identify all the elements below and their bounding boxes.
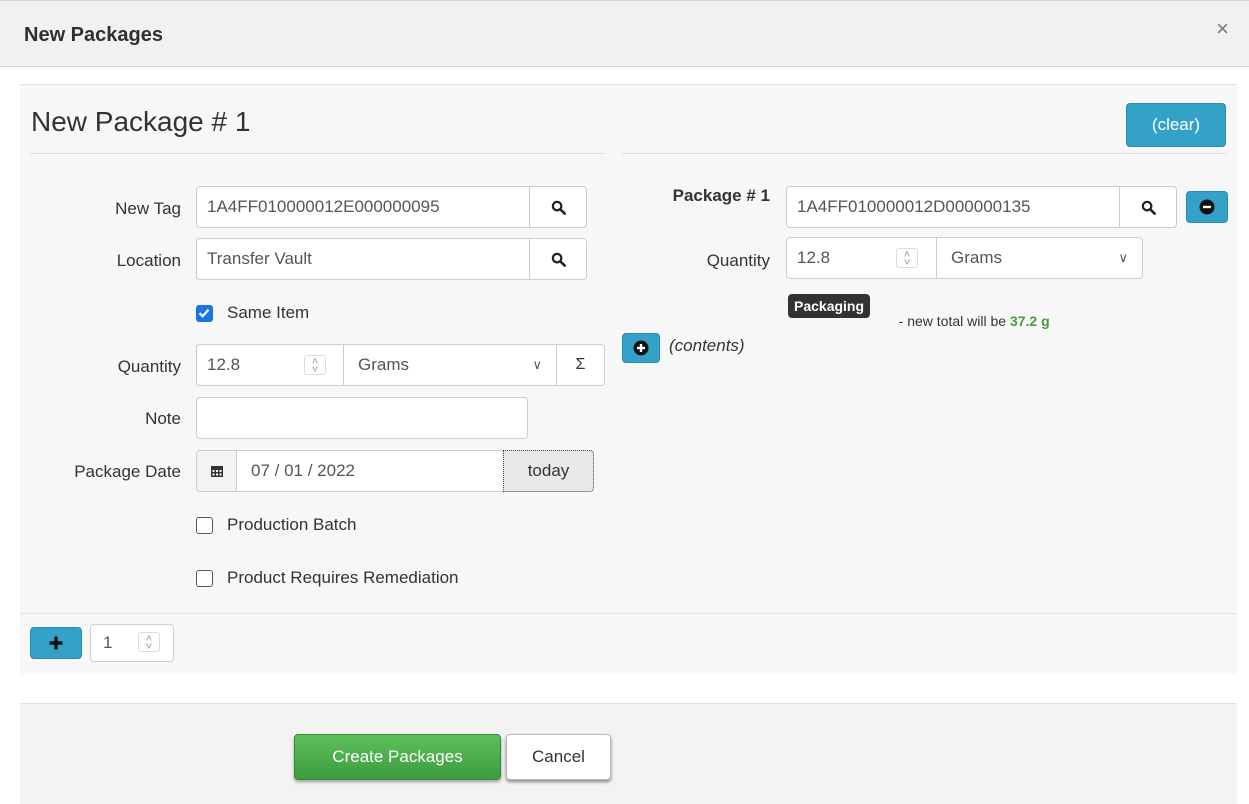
search-icon	[551, 252, 566, 267]
contents-label: (contents)	[669, 336, 745, 355]
dialog-header	[0, 0, 1249, 67]
plus-circle-icon	[633, 340, 649, 356]
package-count-input[interactable]: 1	[90, 624, 174, 662]
package-title: New Package # 1	[31, 106, 251, 137]
location-search-button[interactable]	[529, 238, 587, 280]
production-batch-label: Production Batch	[227, 515, 357, 534]
quantity-spinner-icon[interactable]: ˄ ˅	[304, 355, 326, 376]
create-packages-button[interactable]: Create Packages	[294, 734, 501, 780]
total-note: - new total will be 37.2 g	[887, 297, 1050, 329]
source-tag-input[interactable]: 1A4FF010000012D000000135	[786, 186, 1120, 228]
minus-circle-icon	[1199, 199, 1215, 215]
remediation-label: Product Requires Remediation	[227, 568, 459, 587]
quantity-unit-select[interactable]: Grams ∨	[343, 344, 557, 386]
package-count-spinner-icon[interactable]: ˄ ˅	[138, 632, 160, 653]
new-tag-input[interactable]: 1A4FF010000012E000000095	[196, 186, 530, 228]
cancel-button[interactable]: Cancel	[506, 734, 611, 780]
source-quantity-spinner-icon[interactable]: ˄ ˅	[896, 248, 918, 269]
close-icon[interactable]: ×	[1216, 18, 1229, 40]
source-quantity-label: Quantity	[706, 251, 770, 270]
create-packages-label: Create Packages	[332, 747, 463, 766]
package-date-label: Package Date	[74, 462, 181, 481]
packaging-badge: Packaging	[788, 294, 871, 318]
today-button[interactable]: today	[503, 450, 594, 492]
calendar-addon	[196, 450, 237, 492]
source-unit-value: Grams	[951, 248, 1002, 267]
total-value: 37.2 g	[1009, 313, 1050, 329]
same-item-checkbox[interactable]	[196, 305, 213, 322]
add-package-button[interactable]	[30, 627, 82, 659]
quantity-label: Quantity	[117, 357, 181, 376]
source-package-label: Package # 1	[672, 186, 770, 205]
clear-button[interactable]: (clear)	[1126, 103, 1226, 147]
package-date-input[interactable]: 07 / 01 / 2022	[236, 450, 504, 492]
note-label: Note	[145, 409, 181, 428]
total-text: - new total will be	[894, 313, 1010, 329]
package-date-value: 07 / 01 / 2022	[251, 461, 355, 480]
location-input[interactable]: Transfer Vault	[196, 238, 530, 280]
source-quantity-value: 12.8	[797, 248, 831, 267]
quantity-value: 12.8	[207, 355, 241, 374]
chevron-down-icon: ∨	[532, 357, 542, 372]
cancel-label: Cancel	[532, 747, 585, 766]
location-value: Transfer Vault	[207, 249, 312, 268]
add-row-divider	[20, 613, 1237, 614]
right-divider	[622, 153, 1227, 154]
sum-icon: Σ	[575, 356, 586, 373]
remediation-checkbox[interactable]	[196, 570, 213, 587]
new-tag-search-button[interactable]	[529, 186, 587, 228]
search-icon	[551, 200, 566, 215]
location-label: Location	[116, 251, 181, 270]
note-input[interactable]	[196, 397, 528, 439]
new-tag-value: 1A4FF010000012E000000095	[207, 197, 440, 216]
source-tag-value: 1A4FF010000012D000000135	[797, 197, 1031, 216]
new-tag-label: New Tag	[115, 199, 181, 218]
remove-source-button[interactable]	[1186, 191, 1228, 223]
quantity-unit-value: Grams	[358, 355, 409, 374]
package-count-value: 1	[103, 633, 113, 652]
search-icon	[1141, 200, 1156, 215]
same-item-label: Same Item	[227, 303, 310, 322]
calendar-icon	[210, 466, 223, 477]
plus-icon	[49, 636, 63, 650]
source-unit-select[interactable]: Grams ∨	[936, 237, 1143, 279]
sum-button[interactable]: Σ	[556, 344, 605, 386]
clear-label: (clear)	[1151, 115, 1201, 134]
add-contents-button[interactable]	[622, 333, 660, 363]
production-batch-checkbox[interactable]	[196, 517, 213, 534]
chevron-down-icon: ∨	[1118, 250, 1128, 265]
dialog-title: New Packages	[24, 24, 163, 46]
left-divider	[30, 153, 605, 154]
checkmark-icon	[198, 309, 210, 318]
today-label: today	[527, 461, 570, 480]
source-tag-search-button[interactable]	[1119, 186, 1177, 228]
dialog-footer	[20, 703, 1237, 804]
